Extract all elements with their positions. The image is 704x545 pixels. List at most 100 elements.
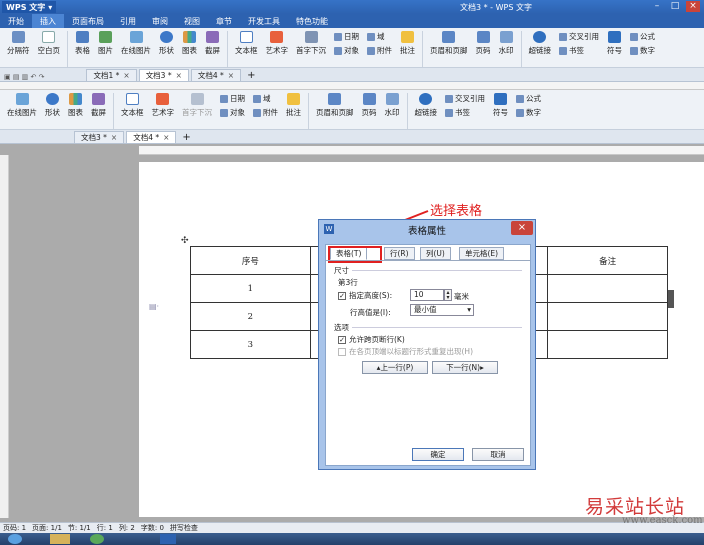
- tool-attachment[interactable]: 附件: [367, 45, 392, 56]
- start-button-icon[interactable]: [8, 534, 22, 544]
- tab-document-4[interactable]: 文档4 * ×: [190, 69, 242, 81]
- tab-row[interactable]: 行(R): [384, 247, 415, 260]
- allow-break-checkbox[interactable]: ✓: [338, 335, 346, 344]
- menu-features[interactable]: 特色功能: [288, 14, 336, 28]
- next-row-button[interactable]: 下一行(N) ▸: [432, 361, 498, 374]
- menu-view[interactable]: 视图: [176, 14, 208, 28]
- height-input[interactable]: 10: [410, 289, 444, 301]
- row-height-mode-select[interactable]: 最小值 ▾: [410, 304, 474, 316]
- tool-attachment[interactable]: 附件: [253, 107, 278, 118]
- tool-page-number[interactable]: 页码: [359, 93, 380, 118]
- table-cell[interactable]: 3: [190, 330, 311, 359]
- tool-bookmark[interactable]: 书签: [559, 45, 599, 56]
- menu-insert[interactable]: 插入: [32, 14, 64, 28]
- minimize-icon[interactable]: –: [650, 1, 664, 12]
- tool-chart[interactable]: 图表: [65, 93, 86, 118]
- table-cell[interactable]: [547, 330, 668, 359]
- menu-developer[interactable]: 开发工具: [240, 14, 288, 28]
- table-cell[interactable]: [547, 302, 668, 331]
- tool-date[interactable]: 日期: [220, 93, 245, 104]
- ok-button[interactable]: 确定: [412, 448, 464, 461]
- tab-column[interactable]: 列(U): [420, 247, 451, 260]
- browser-taskbar-icon[interactable]: [90, 534, 104, 544]
- tool-header-footer[interactable]: 页眉和页脚: [313, 93, 357, 118]
- repeat-header-checkbox[interactable]: [338, 347, 346, 356]
- close-tab-icon[interactable]: ×: [163, 133, 169, 142]
- tool-online-picture[interactable]: 在线图片: [118, 31, 154, 56]
- tool-number[interactable]: 数字: [516, 107, 541, 118]
- table-move-handle-icon[interactable]: ✣: [181, 236, 189, 246]
- tool-shape[interactable]: 形状: [156, 31, 177, 56]
- menu-layout[interactable]: 页面布局: [64, 14, 112, 28]
- table-cell[interactable]: [547, 274, 668, 303]
- tool-symbol[interactable]: 符号: [604, 31, 625, 56]
- tool-textbox[interactable]: 文本框: [118, 93, 147, 118]
- tool-formula[interactable]: 公式: [630, 31, 655, 42]
- table-header-cell[interactable]: 备注: [547, 246, 668, 275]
- tool-bookmark[interactable]: 书签: [445, 107, 485, 118]
- unit-label[interactable]: 毫米: [454, 291, 469, 302]
- tool-dropcap[interactable]: 首字下沉: [179, 93, 215, 118]
- tool-wordart[interactable]: 艺术字: [263, 31, 292, 56]
- tab-document-3[interactable]: 文档3 * ×: [74, 131, 125, 143]
- tool-dropcap[interactable]: 首字下沉: [293, 31, 329, 56]
- tool-chart[interactable]: 图表: [179, 31, 200, 56]
- tool-comment[interactable]: 批注: [397, 31, 418, 56]
- wps-logo-menu[interactable]: WPS 文字 ▾: [2, 1, 57, 13]
- wps-taskbar-icon[interactable]: [160, 534, 176, 544]
- table-cell[interactable]: 2: [190, 302, 311, 331]
- close-tab-icon[interactable]: ×: [228, 71, 234, 80]
- tool-object[interactable]: 对象: [220, 107, 245, 118]
- tab-document-4[interactable]: 文档4 * ×: [126, 131, 177, 143]
- tool-watermark[interactable]: 水印: [496, 31, 517, 56]
- dialog-close-button[interactable]: ×: [511, 221, 533, 235]
- menu-chapter[interactable]: 章节: [208, 14, 240, 28]
- tool-field[interactable]: 域: [253, 93, 278, 104]
- tool-formula[interactable]: 公式: [516, 93, 541, 104]
- tool-object[interactable]: 对象: [334, 45, 359, 56]
- maximize-icon[interactable]: □: [668, 1, 682, 12]
- table-resize-handle[interactable]: [668, 290, 674, 308]
- tool-date[interactable]: 日期: [334, 31, 359, 42]
- cancel-button[interactable]: 取消: [472, 448, 524, 461]
- tool-picture[interactable]: 图片: [95, 31, 116, 56]
- tab-document-3[interactable]: 文档3 * ×: [138, 69, 189, 81]
- vertical-ruler[interactable]: [0, 155, 9, 518]
- tool-cross-reference[interactable]: 交叉引用: [559, 31, 599, 42]
- table-cell[interactable]: 1: [190, 274, 311, 303]
- tool-textbox[interactable]: 文本框: [232, 31, 261, 56]
- menu-home[interactable]: 开始: [0, 14, 32, 28]
- tab-document-1[interactable]: 文档1 * ×: [86, 69, 137, 81]
- close-tab-icon[interactable]: ×: [176, 71, 182, 80]
- status-spellcheck[interactable]: 拼写检查: [170, 523, 198, 533]
- prev-row-button[interactable]: ▴ 上一行(P): [362, 361, 428, 374]
- menu-references[interactable]: 引用: [112, 14, 144, 28]
- tool-cross-reference[interactable]: 交叉引用: [445, 93, 485, 104]
- specify-height-checkbox[interactable]: ✓: [338, 291, 346, 300]
- tool-screenshot[interactable]: 截屏: [88, 93, 109, 118]
- close-tab-icon[interactable]: ×: [111, 133, 117, 142]
- horizontal-ruler[interactable]: [139, 146, 704, 155]
- tool-field[interactable]: 域: [367, 31, 392, 42]
- tool-table[interactable]: 表格: [72, 31, 93, 56]
- quick-access-icons[interactable]: ▣ ▤ ▥ ↶ ↷: [4, 73, 84, 81]
- dialog-title-bar[interactable]: W 表格属性: [319, 220, 535, 239]
- tool-screenshot[interactable]: 截屏: [202, 31, 223, 56]
- menu-review[interactable]: 审阅: [144, 14, 176, 28]
- tool-page-number[interactable]: 页码: [473, 31, 494, 56]
- tab-cell[interactable]: 单元格(E): [459, 247, 505, 260]
- tool-wordart[interactable]: 艺术字: [149, 93, 178, 118]
- new-tab-icon[interactable]: +: [243, 70, 259, 81]
- new-tab-icon[interactable]: +: [178, 132, 194, 143]
- tool-hyperlink[interactable]: 超链接: [526, 31, 555, 56]
- tool-online-picture[interactable]: 在线图片: [4, 93, 40, 118]
- tool-blank-page[interactable]: 空白页: [35, 31, 64, 56]
- tool-comment[interactable]: 批注: [283, 93, 304, 118]
- explorer-taskbar-icon[interactable]: [50, 534, 70, 544]
- tool-number[interactable]: 数字: [630, 45, 655, 56]
- tool-hyperlink[interactable]: 超链接: [412, 93, 441, 118]
- close-tab-icon[interactable]: ×: [123, 71, 129, 80]
- table-header-cell[interactable]: 序号: [190, 246, 311, 275]
- tool-watermark[interactable]: 水印: [382, 93, 403, 118]
- close-window-icon[interactable]: ×: [686, 1, 700, 12]
